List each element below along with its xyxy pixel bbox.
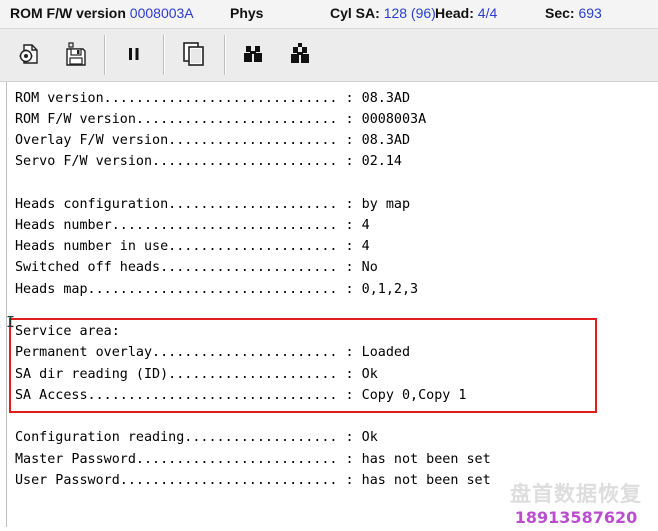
binoculars-ext-icon (291, 43, 309, 63)
head-value: 4/4 (477, 5, 498, 21)
mode-indicator: Phys (230, 5, 264, 21)
rom-fw-value: 0008003A (129, 5, 194, 21)
toolbar-separator (104, 35, 105, 75)
text-cursor-icon: I (6, 313, 16, 331)
pause-button[interactable] (116, 35, 152, 73)
log-line: Overlay F/W version.....................… (15, 133, 411, 148)
rom-fw-label: ROM F/W version (10, 5, 126, 21)
cyl-sa-label: Cyl SA: (330, 5, 380, 21)
log-line: ROM F/W version.........................… (15, 112, 427, 127)
service-area-highlight (9, 318, 597, 413)
cyl-sa-value: 128 (96) (383, 5, 436, 21)
settings-chip-button[interactable] (12, 35, 48, 73)
log-line: Servo F/W version.......................… (15, 154, 402, 169)
toolbar-separator (163, 35, 164, 75)
settings-chip-icon (19, 44, 38, 64)
head-status: Head: 4/4 (435, 5, 497, 21)
save-button[interactable] (58, 35, 94, 73)
head-label: Head: (435, 5, 474, 21)
log-line: ROM version.............................… (15, 91, 411, 106)
status-bar: ROM F/W version 0008003A Phys Cyl SA: 12… (0, 0, 658, 29)
rom-fw-status: ROM F/W version 0008003A (10, 5, 194, 21)
sec-value: 693 (578, 5, 602, 21)
sec-status: Sec: 693 (545, 5, 602, 21)
toolbar (0, 29, 658, 82)
watermark-phone: 18913587620 (514, 508, 638, 527)
log-line: Heads number............................… (15, 218, 370, 233)
binoculars-icon (244, 46, 262, 62)
log-line: Master Password.........................… (15, 452, 491, 467)
cyl-sa-status: Cyl SA: 128 (96) (330, 5, 436, 21)
sec-label: Sec: (545, 5, 575, 21)
log-line: Heads configuration.....................… (15, 197, 411, 212)
log-line: Configuration reading...................… (15, 430, 378, 445)
log-line: Heads map...............................… (15, 282, 419, 297)
log-line: User Password...........................… (15, 473, 491, 488)
log-line: Heads number in use.....................… (15, 239, 370, 254)
log-output[interactable]: ROM version.............................… (6, 82, 657, 527)
copy-button[interactable] (176, 35, 212, 73)
find-next-button[interactable] (282, 35, 318, 73)
pause-icon (129, 48, 139, 60)
copy-icon (183, 42, 204, 66)
save-icon (66, 42, 86, 66)
watermark: 盘首数据恢复 18913587620 (510, 478, 642, 527)
watermark-name: 盘首数据恢复 (510, 482, 642, 506)
log-line: Switched off heads......................… (15, 260, 378, 275)
find-button[interactable] (235, 35, 271, 73)
toolbar-separator (224, 35, 225, 75)
